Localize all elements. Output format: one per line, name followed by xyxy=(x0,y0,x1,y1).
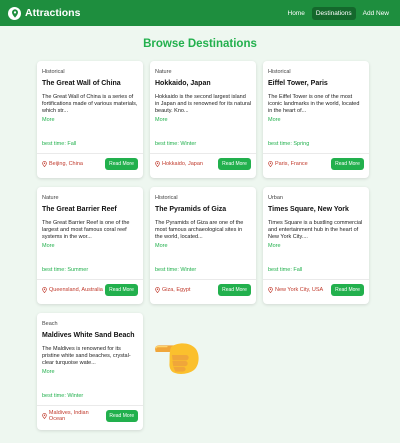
map-pin-icon xyxy=(155,287,160,293)
more-link[interactable]: More xyxy=(155,117,251,123)
nav-links: Home Destinations Add New xyxy=(284,6,394,20)
destination-card: Urban Times Square, New York Times Squar… xyxy=(263,187,369,304)
card-footer: Hokkaido, Japan Read More xyxy=(150,153,256,170)
card-location-text: Maldives, Indian Ocean xyxy=(48,410,89,422)
card-category: Historical xyxy=(155,195,178,201)
nav-destinations-link[interactable]: Destinations xyxy=(311,6,356,20)
map-pin-icon xyxy=(8,6,21,20)
card-location: Paris, France xyxy=(268,161,308,167)
card-location-text: Paris, France xyxy=(275,161,308,167)
read-more-button[interactable]: Read More xyxy=(331,284,364,296)
map-pin-icon xyxy=(42,287,47,293)
card-best-time: best time: Winter xyxy=(155,267,197,273)
card-location: Beijing, China xyxy=(42,161,83,167)
card-location-text: Queensland, Australia xyxy=(49,287,103,293)
map-pin-icon xyxy=(268,161,273,167)
card-category: Beach xyxy=(42,321,58,327)
card-best-time: best time: Fall xyxy=(268,267,303,273)
read-more-button[interactable]: Read More xyxy=(105,284,138,296)
card-best-time: best time: Spring xyxy=(268,141,310,147)
map-pin-icon xyxy=(155,161,160,167)
card-best-time: best time: Summer xyxy=(42,267,89,273)
card-description: Times Square is a bustling commercial an… xyxy=(268,220,363,241)
card-title: Maldives White Sand Beach xyxy=(42,332,135,339)
map-pin-icon xyxy=(42,413,47,419)
card-footer: Giza, Egypt Read More xyxy=(150,279,256,296)
more-link[interactable]: More xyxy=(42,369,138,375)
card-footer: Queensland, Australia Read More xyxy=(37,279,143,296)
nav-add-new-link[interactable]: Add New xyxy=(359,7,393,20)
card-location: New York City, USA xyxy=(268,287,323,293)
card-footer: Maldives, Indian Ocean Read More xyxy=(37,405,143,422)
destination-card: Nature Hokkaido, Japan Hokkaido is the s… xyxy=(150,61,256,178)
card-category: Historical xyxy=(42,69,65,75)
card-best-time: best time: Winter xyxy=(155,141,197,147)
card-footer: Beijing, China Read More xyxy=(37,153,143,170)
more-link[interactable]: More xyxy=(42,243,138,249)
card-description: Hokkaido is the second largest island in… xyxy=(155,94,251,115)
read-more-button[interactable]: Read More xyxy=(218,284,251,296)
more-link[interactable]: More xyxy=(268,117,364,123)
card-description: The Pyramids of Giza are one of the most… xyxy=(155,220,244,241)
card-category: Nature xyxy=(155,69,172,75)
card-location-text: Hokkaido, Japan xyxy=(162,161,203,167)
card-location-text: Beijing, China xyxy=(49,161,83,167)
brand-name: Attractions xyxy=(25,7,81,19)
destination-card: Historical Eiffel Tower, Paris The Eiffe… xyxy=(263,61,369,178)
card-title: The Great Wall of China xyxy=(42,80,121,87)
card-description: The Great Wall of China is a series of f… xyxy=(42,94,138,115)
brand[interactable]: Attractions xyxy=(8,6,81,20)
card-footer: Paris, France Read More xyxy=(263,153,369,170)
more-link[interactable]: More xyxy=(42,117,138,123)
nav-home-link[interactable]: Home xyxy=(284,7,309,20)
page-title: Browse Destinations xyxy=(143,38,257,50)
card-location: Queensland, Australia xyxy=(42,287,103,293)
card-category: Nature xyxy=(42,195,59,201)
card-description: The Maldives is renowned for its pristin… xyxy=(42,346,131,367)
map-pin-icon xyxy=(42,161,47,167)
destination-card: Beach Maldives White Sand Beach The Mald… xyxy=(37,313,143,430)
card-best-time: best time: Winter xyxy=(42,393,84,399)
card-location: Hokkaido, Japan xyxy=(155,161,203,167)
card-footer: New York City, USA Read More xyxy=(263,279,369,296)
card-title: The Pyramids of Giza xyxy=(155,206,227,213)
card-best-time: best time: Fall xyxy=(42,141,77,147)
card-category: Urban xyxy=(268,195,283,201)
map-pin-icon xyxy=(268,287,273,293)
card-category: Historical xyxy=(268,69,291,75)
pointing-hand-icon xyxy=(155,343,199,374)
card-title: Hokkaido, Japan xyxy=(155,80,211,87)
card-location-text: Giza, Egypt xyxy=(162,287,191,293)
more-link[interactable]: More xyxy=(155,243,251,249)
card-description: The Eiffel Tower is one of the most icon… xyxy=(268,94,360,115)
read-more-button[interactable]: Read More xyxy=(218,158,251,170)
card-location: Giza, Egypt xyxy=(155,287,190,293)
card-title: The Great Barrier Reef xyxy=(42,206,117,213)
more-link[interactable]: More xyxy=(268,243,364,249)
destination-card: Historical The Pyramids of Giza The Pyra… xyxy=(150,187,256,304)
card-description: The Great Barrier Reef is one of the lar… xyxy=(42,220,130,241)
card-location-text: New York City, USA xyxy=(275,287,324,293)
destination-card: Nature The Great Barrier Reef The Great … xyxy=(37,187,143,304)
card-location: Maldives, Indian Ocean xyxy=(42,410,106,422)
destination-card: Historical The Great Wall of China The G… xyxy=(37,61,143,178)
navbar: Attractions Home Destinations Add New xyxy=(0,0,400,26)
card-title: Times Square, New York xyxy=(268,206,349,213)
card-title: Eiffel Tower, Paris xyxy=(268,80,328,87)
read-more-button[interactable]: Read More xyxy=(105,410,138,422)
read-more-button[interactable]: Read More xyxy=(331,158,364,170)
read-more-button[interactable]: Read More xyxy=(105,158,138,170)
